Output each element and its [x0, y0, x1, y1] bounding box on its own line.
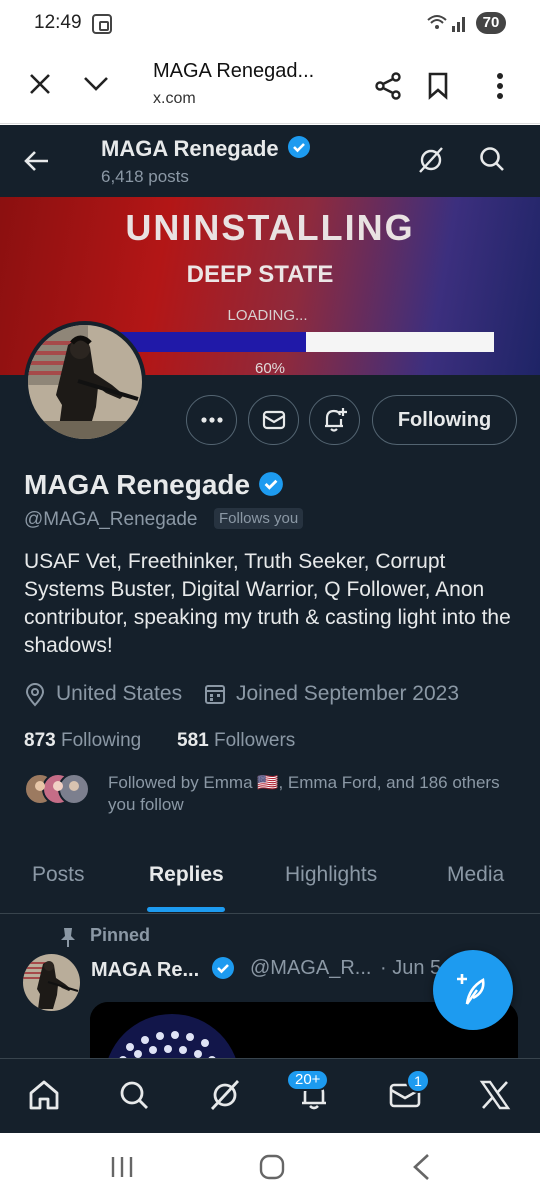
- home-button-icon[interactable]: [258, 1153, 288, 1183]
- banner-progress-fill: [118, 332, 306, 352]
- active-tab-indicator: [147, 907, 225, 912]
- messages-badge: 1: [406, 1069, 430, 1093]
- more-options-button[interactable]: [186, 395, 237, 445]
- tab-replies[interactable]: Replies: [149, 863, 224, 887]
- profile-location: United States: [56, 682, 183, 705]
- tabs-divider: [0, 913, 540, 914]
- compose-post-button[interactable]: [433, 950, 513, 1030]
- followers-you-know-avatars[interactable]: [24, 773, 94, 805]
- close-icon[interactable]: [24, 68, 56, 100]
- tweet-author-name[interactable]: MAGA Re...: [91, 956, 235, 982]
- system-navigation-bar: [0, 1133, 540, 1200]
- profile-name: MAGA Renegade: [24, 469, 284, 501]
- battery-icon: 70: [476, 12, 506, 34]
- profile-handle: @MAGA_Renegade: [24, 509, 198, 530]
- banner-headline: UNINSTALLING: [125, 207, 415, 248]
- followed-by-text[interactable]: Followed by Emma 🇺🇸, Emma Ford, and 186 …: [108, 772, 508, 816]
- x-logo-icon[interactable]: [473, 1073, 517, 1117]
- location-pin-icon: [24, 683, 48, 707]
- verified-badge-icon: [211, 957, 234, 979]
- more-horizontal-icon: [200, 417, 223, 423]
- verified-badge-icon: [258, 472, 283, 496]
- followers-count-link[interactable]: 581 Followers: [177, 730, 295, 752]
- tab-media[interactable]: Media: [447, 863, 504, 887]
- profile-page: MAGA Renegade 6,418 posts UNINSTALLING D…: [0, 125, 540, 1133]
- tweet-author-handle: @MAGA_R...: [250, 957, 372, 979]
- tweet-author-avatar[interactable]: [23, 954, 80, 1011]
- recent-apps-icon[interactable]: [108, 1155, 138, 1181]
- notifications-badge: 20+: [286, 1069, 330, 1091]
- search-icon[interactable]: [478, 145, 510, 177]
- browser-page-title: MAGA Renegad...: [153, 60, 315, 82]
- following-count-link[interactable]: 873 Following: [24, 730, 141, 752]
- status-time: 12:49: [34, 12, 82, 33]
- banner-subheadline: DEEP STATE: [186, 261, 334, 288]
- more-vertical-icon[interactable]: [482, 68, 518, 104]
- follows-you-badge: Follows you: [214, 508, 304, 529]
- banner-progress-bar: [118, 332, 494, 352]
- bell-plus-icon: [324, 408, 347, 432]
- back-button-icon[interactable]: [410, 1153, 440, 1183]
- feather-plus-icon: [457, 974, 485, 1005]
- profile-avatar[interactable]: [24, 321, 146, 443]
- following-button[interactable]: Following: [372, 395, 517, 445]
- pin-icon: [60, 926, 78, 948]
- verified-badge-icon: [287, 136, 310, 158]
- share-icon[interactable]: [370, 68, 406, 104]
- bottom-navigation: 20+ 1: [0, 1058, 540, 1133]
- bookmark-icon[interactable]: [420, 68, 456, 104]
- chevron-down-icon[interactable]: [80, 68, 112, 100]
- notify-button[interactable]: [309, 395, 360, 445]
- message-button[interactable]: [248, 395, 299, 445]
- following-button-label: Following: [397, 408, 492, 431]
- explore-search-icon[interactable]: [112, 1073, 156, 1117]
- header-title: MAGA Renegade: [101, 135, 311, 162]
- screenshot-icon: [92, 14, 112, 34]
- status-bar: 12:49 70: [0, 0, 540, 48]
- browser-domain: x.com: [153, 90, 196, 107]
- profile-bio: USAF Vet, Freethinker, Truth Seeker, Cor…: [24, 550, 511, 657]
- profile-joined-date: Joined September 2023: [236, 682, 459, 705]
- tab-highlights[interactable]: Highlights: [285, 863, 377, 887]
- mail-icon: [262, 410, 285, 430]
- pinned-label: Pinned: [90, 925, 151, 945]
- post-count: 6,418 posts: [101, 167, 189, 186]
- wifi-signal-icon: [426, 12, 470, 39]
- calendar-icon: [204, 683, 228, 707]
- tweet-date: · Jun 5: [380, 957, 442, 979]
- back-arrow-icon[interactable]: [22, 147, 52, 177]
- grok-icon[interactable]: [416, 145, 448, 177]
- grok-nav-icon[interactable]: [203, 1073, 247, 1117]
- tab-posts[interactable]: Posts: [32, 863, 85, 887]
- home-icon[interactable]: [22, 1073, 66, 1117]
